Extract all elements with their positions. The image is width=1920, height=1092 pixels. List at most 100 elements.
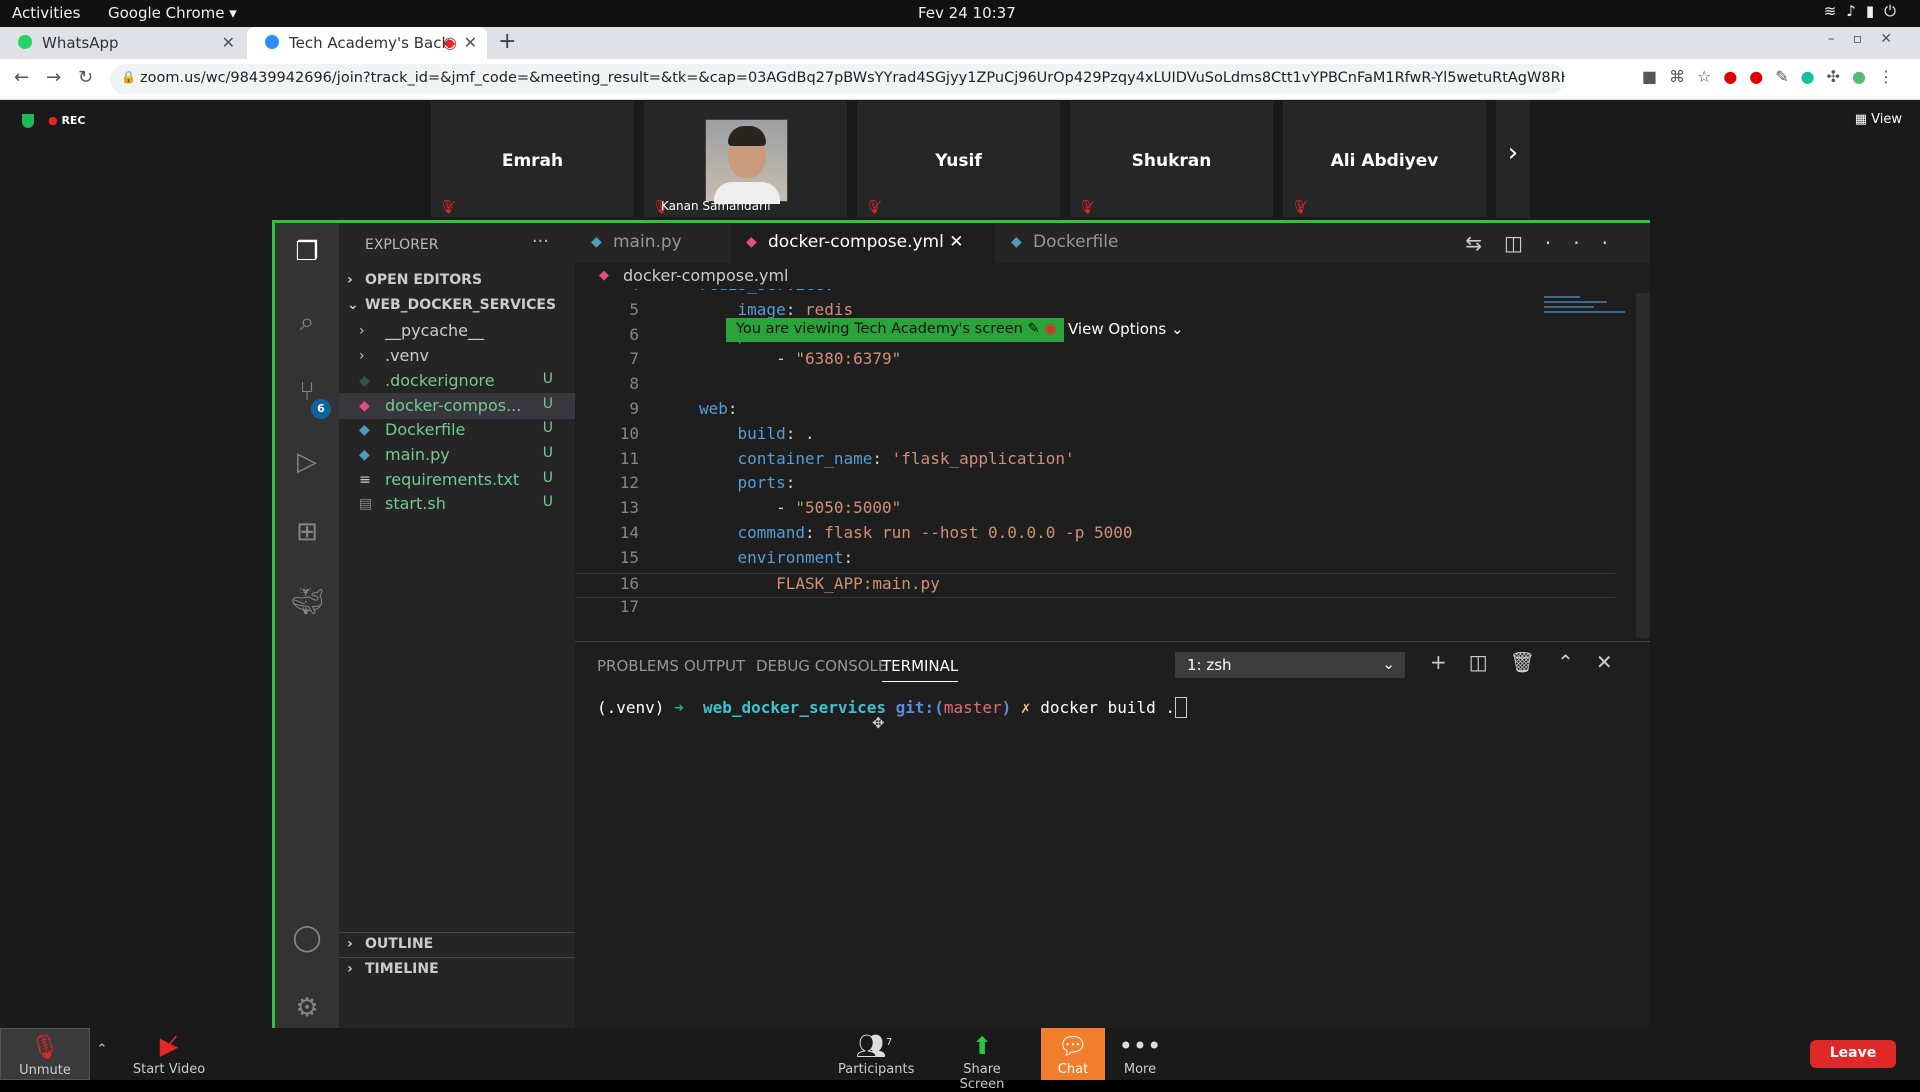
file-main-py[interactable]: ◆ main.py U [339, 442, 575, 468]
zoom-toolbar: 🎙︎ Unmute ⌃ ▶̸ Start Video 👥︎7 Participants… [0, 1028, 1920, 1092]
participant-tile[interactable]: Shukran 🎙︎̸ [1069, 100, 1274, 218]
yaml-file-icon: ◆ [359, 398, 370, 414]
outline-section[interactable]: › OUTLINE [339, 932, 575, 956]
code-line[interactable]: 12 ports: [575, 473, 1615, 498]
code-line[interactable]: 14 command: flask run --host 0.0.0.0 -p … [575, 523, 1615, 548]
open-editors-section[interactable]: › OPEN EDITORS [339, 269, 575, 293]
participant-tile[interactable]: Ali Abdiyev 🎙︎̸ [1282, 100, 1487, 218]
back-icon[interactable]: ← [14, 67, 29, 88]
code-line[interactable]: 7 - "6380:6379" [575, 349, 1615, 374]
compare-icon: ⇆ [1465, 231, 1505, 255]
project-section[interactable]: ⌄ WEB_DOCKER_SERVICES [339, 294, 575, 318]
leave-button[interactable]: Leave [1810, 1040, 1896, 1068]
chat-button[interactable]: 💬︎ Chat [1041, 1028, 1105, 1080]
close-icon[interactable]: ✕ [949, 232, 963, 252]
code-token: : [785, 299, 805, 319]
code-token: flask run --host 0.0.0.0 -p 5000 [824, 523, 1133, 542]
clock[interactable]: Fev 24 10:37 [918, 4, 1016, 22]
participant-tile[interactable]: Yusif 🎙︎̸ [856, 100, 1061, 218]
editor-scrollbar[interactable] [1636, 293, 1650, 638]
tab-dockerfile[interactable]: ◆ Dockerfile [995, 223, 1165, 263]
timeline-section[interactable]: › TIMELINE [339, 957, 575, 981]
code-line[interactable]: 16 FLASK_APP:main.py [575, 572, 1615, 598]
close-icon[interactable]: ✕ [464, 33, 477, 52]
activities-button[interactable]: Activities [12, 4, 80, 22]
tab-docker-compose[interactable]: ◆ docker-compose.yml ✕ [730, 223, 995, 263]
new-tab-button[interactable]: + [498, 29, 516, 54]
start-video-button[interactable]: ▶̸ Start Video [124, 1028, 214, 1080]
tab-terminal[interactable]: TERMINAL [882, 657, 959, 682]
tab-label: Tech Academy's Back- [289, 34, 456, 52]
files-icon[interactable]: ❐ [291, 237, 323, 269]
line-number: 5 [629, 299, 639, 319]
more-button[interactable]: ••• More [1110, 1028, 1170, 1080]
window-controls[interactable]: –▫✕ [1828, 31, 1910, 47]
tab-problems[interactable]: PROBLEMS [597, 657, 679, 675]
file-dockerignore[interactable]: ◆ .dockerignore U [339, 368, 575, 394]
editor-actions[interactable]: ⇆◫··· [1465, 231, 1630, 255]
more-actions-icon[interactable]: ··· [532, 231, 549, 252]
share-screen-button[interactable]: ⬆ Share Screen [942, 1028, 1022, 1092]
tab-whatsapp[interactable]: WhatsApp ✕ [0, 27, 245, 59]
code-line[interactable]: 17 [575, 597, 1615, 622]
code-line[interactable]: 4 redis_service: [575, 289, 1615, 300]
pen-icon: ✎ [1027, 321, 1040, 337]
star-icon: ☆ [1696, 67, 1724, 86]
explorer-title: EXPLORER [365, 237, 439, 253]
tab-debug-console[interactable]: DEBUG CONSOLE [756, 657, 887, 675]
unmute-button[interactable]: 🎙︎ Unmute [0, 1028, 90, 1080]
line-number: 12 [619, 473, 639, 493]
extensions-icon[interactable]: ⊞ [291, 517, 323, 549]
file-docker-compose[interactable]: ◆ docker-compos... U [339, 393, 575, 419]
folder-venv[interactable]: › .venv [339, 343, 575, 369]
code-line[interactable]: 10 build: . [575, 424, 1615, 449]
file-start-sh[interactable]: ▤ start.sh U [339, 491, 575, 517]
line-content: FLASK_APP:main.py [699, 574, 940, 593]
extension-icon: ● [1749, 67, 1776, 86]
file-requirements[interactable]: ≡ requirements.txt U [339, 467, 575, 493]
chevron-right-icon: › [347, 961, 353, 977]
participants-button[interactable]: 👥︎7 Participants [838, 1028, 914, 1080]
chevron-right-icon: › [359, 348, 365, 364]
app-menu[interactable]: Google Chrome ▾ [108, 4, 237, 22]
code-line[interactable]: 9 web: [575, 399, 1615, 424]
chevron-down-icon: ⌄ [1382, 655, 1395, 673]
code-token: image [737, 299, 786, 319]
forward-icon[interactable]: → [46, 67, 61, 88]
chevron-right-icon: › [359, 323, 365, 339]
breadcrumb[interactable]: ◆ docker-compose.yml [575, 263, 1650, 289]
address-bar[interactable]: 🔒 zoom.us/wc/98439942696/join?track_id=&… [110, 64, 1565, 94]
code-line[interactable]: 11 container_name: 'flask_application' [575, 449, 1615, 474]
file-dockerfile[interactable]: ◆ Dockerfile U [339, 417, 575, 443]
recording-icon: ◉ [443, 33, 457, 52]
tab-output[interactable]: OUTPUT [684, 657, 745, 675]
account-icon[interactable]: ◯ [291, 923, 323, 955]
next-page-arrow-icon[interactable]: › [1496, 100, 1530, 218]
search-icon[interactable]: ⌕ [291, 307, 323, 339]
audio-options-caret-icon[interactable]: ⌃ [92, 1028, 112, 1080]
tab-main-py[interactable]: ◆ main.py [575, 223, 730, 263]
reload-icon[interactable]: ↻ [78, 67, 93, 88]
python-file-icon: ◆ [591, 234, 602, 250]
minimap[interactable] [1544, 293, 1634, 323]
tab-zoom[interactable]: Tech Academy's Back- ◉ ✕ [247, 27, 487, 59]
system-tray[interactable]: ≋♪▮⏻ [1824, 2, 1906, 20]
avatar: ● [1852, 67, 1878, 86]
participant-tile[interactable]: Emrah 🎙︎̸ [430, 100, 635, 218]
view-button[interactable]: ▦ View [1855, 112, 1902, 127]
terminal-select[interactable]: 1: zsh ⌄ [1175, 652, 1405, 678]
line-content: - "5050:5000" [699, 498, 901, 517]
extensions-area[interactable]: ■⌘☆●●✎●✣●⋮ [1642, 67, 1906, 86]
panel-actions[interactable]: +◫🗑︎⌃✕ [1430, 650, 1635, 674]
code-line[interactable]: 8 [575, 374, 1615, 399]
view-options-button[interactable]: View Options ⌄ [1068, 320, 1184, 338]
code-line[interactable]: 13 - "5050:5000" [575, 498, 1615, 523]
docker-icon[interactable]: 🐳︎ [291, 587, 324, 619]
code-line[interactable]: 15 environment: [575, 548, 1615, 573]
close-icon[interactable]: ✕ [222, 33, 235, 52]
terminal-output[interactable]: (.venv) ➜ web_docker_services git:(maste… [597, 697, 1187, 718]
settings-gear-icon[interactable]: ⚙ [291, 993, 323, 1025]
code-token: : [804, 523, 825, 542]
folder-pycache[interactable]: › __pycache__ [339, 318, 575, 344]
run-debug-icon[interactable]: ▷ [291, 447, 323, 479]
